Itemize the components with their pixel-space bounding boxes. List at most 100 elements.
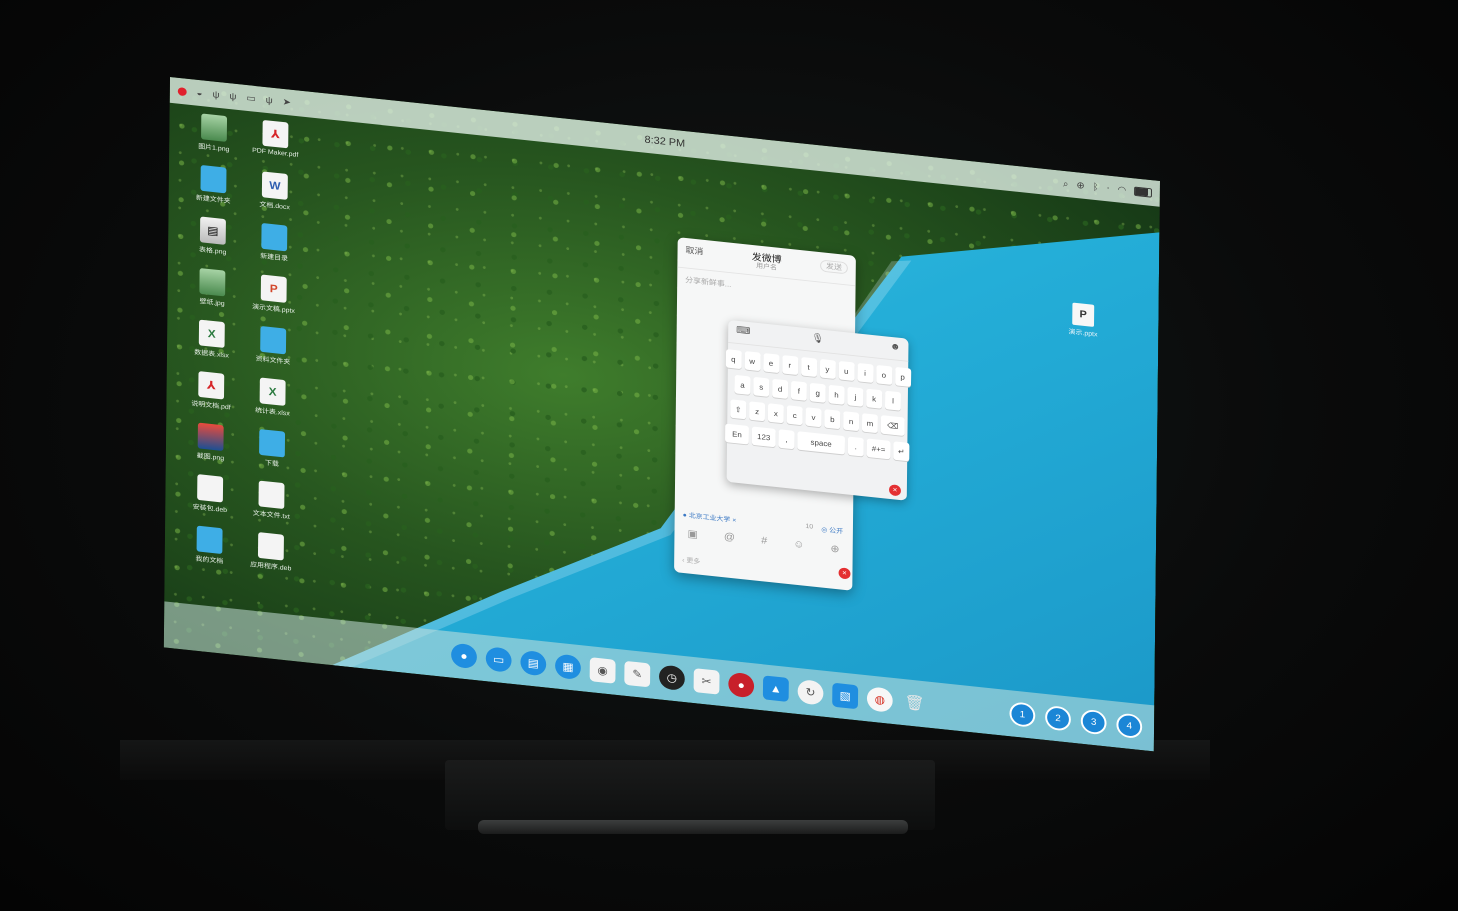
key-k[interactable]: k (866, 388, 883, 409)
desktop-icon[interactable]: 图片1.png (183, 112, 245, 156)
symbol-key[interactable]: #+= (866, 438, 891, 460)
key-y[interactable]: y (819, 358, 836, 379)
usb-icon[interactable]: ψ (212, 89, 219, 100)
key-z[interactable]: z (749, 401, 766, 422)
gallery-icon[interactable]: ▲ (762, 675, 789, 702)
dialog-footer[interactable]: ‹ 更多 (682, 555, 700, 566)
keyboard-layout-icon[interactable]: ⌨ (736, 325, 750, 337)
key-i[interactable]: i (857, 362, 874, 383)
close-icon[interactable]: × (838, 567, 851, 580)
key-j[interactable]: j (847, 386, 864, 407)
location-icon[interactable]: ➤ (283, 97, 291, 108)
desktop-file-right[interactable]: P 演示.pptx (1053, 301, 1113, 341)
compose-text-area[interactable]: 分享新鲜事... (685, 275, 731, 290)
network-icon[interactable]: ⋅ (1106, 183, 1109, 193)
key-l[interactable]: l (884, 390, 901, 411)
key-g[interactable]: g (809, 382, 826, 403)
hashtag-icon[interactable]: # (761, 535, 767, 548)
desktop-icon[interactable]: X 统计表.xlsx (242, 376, 304, 420)
key-c[interactable]: c (786, 405, 803, 426)
display-icon[interactable]: ▭ (246, 93, 255, 104)
key-t[interactable]: t (800, 356, 817, 378)
key-v[interactable]: v (805, 407, 822, 428)
desktop-icon[interactable]: 下载 (241, 427, 303, 471)
key-d[interactable]: d (772, 378, 789, 399)
key-m[interactable]: m (861, 413, 878, 434)
screenshot-icon[interactable]: ✂ (693, 668, 720, 695)
location-tag[interactable]: ● 北京工业大学 × (683, 510, 737, 525)
emoji-icon[interactable]: ☺ (793, 539, 804, 552)
multitask-icon[interactable]: ▭ (485, 646, 512, 673)
clock[interactable]: 8:32 PM (645, 134, 686, 149)
key-r[interactable]: r (781, 354, 798, 376)
record-icon[interactable] (177, 86, 187, 96)
key-o[interactable]: o (875, 364, 892, 385)
comma-key[interactable]: , (778, 429, 795, 450)
enter-key[interactable]: ↵ (893, 441, 910, 462)
workspace-2-button[interactable]: 2 (1045, 705, 1072, 732)
desktop-icon[interactable]: ▤ 表格.png (182, 215, 244, 259)
key-u[interactable]: u (838, 360, 855, 381)
key-a[interactable]: a (734, 374, 751, 395)
update-icon[interactable]: ↻ (797, 679, 824, 706)
usb-icon[interactable]: ψ (266, 95, 273, 106)
workspace-4-button[interactable]: 4 (1116, 712, 1143, 740)
language-key[interactable]: En (725, 423, 749, 445)
desktop-icon[interactable]: 壁纸.jpg (181, 266, 243, 310)
key-s[interactable]: s (753, 376, 770, 397)
desktop-icon[interactable]: 我的文档 (179, 524, 241, 568)
key-q[interactable]: q (725, 349, 742, 370)
desktop-icon[interactable]: 新建目录 (243, 221, 305, 265)
emoji-icon[interactable]: ☻ (890, 341, 901, 352)
music-icon[interactable]: ● (728, 671, 755, 699)
search-icon[interactable]: ⌕ (1063, 179, 1069, 190)
shift-key[interactable]: ⇧ (730, 399, 747, 420)
workspace-1-button[interactable]: 1 (1009, 701, 1036, 728)
image-icon[interactable]: ▣ (687, 527, 697, 540)
microphone-icon[interactable]: 🎙 (811, 333, 824, 344)
trash-icon[interactable]: 🗑 (901, 690, 927, 717)
key-h[interactable]: h (828, 384, 845, 405)
wechat-icon[interactable]: ◒ (197, 88, 203, 99)
zoom-icon[interactable]: ⊕ (1076, 180, 1084, 191)
desktop-icon[interactable]: 资料文件夹 (242, 324, 304, 368)
file-manager-icon[interactable]: ▤ (520, 649, 547, 677)
desktop-icon[interactable]: P 演示文稿.pptx (243, 273, 305, 317)
app-store-icon[interactable]: ▦ (554, 653, 581, 681)
desktop-icon[interactable]: ⅄ PDF Maker.pdf (245, 118, 307, 159)
period-key[interactable]: . (847, 436, 864, 457)
browser-icon[interactable]: ◉ (589, 657, 616, 684)
desktop-icon[interactable]: ⅄ 说明文档.pdf (180, 369, 242, 413)
desktop-icon[interactable]: 新建文件夹 (183, 163, 245, 207)
key-n[interactable]: n (843, 411, 860, 432)
clock-icon[interactable]: ◷ (658, 664, 685, 692)
desktop-icon[interactable]: 文本文件.txt (241, 479, 303, 523)
key-p[interactable]: p (894, 366, 911, 387)
plus-icon[interactable]: ⊕ (830, 542, 839, 555)
space-key[interactable]: space (797, 431, 846, 455)
desktop-icon[interactable]: 安装包.deb (179, 472, 241, 516)
battery-icon[interactable] (1134, 186, 1152, 198)
notes-icon[interactable]: ✎ (624, 660, 651, 688)
document-viewer-icon[interactable]: ▧ (832, 682, 859, 710)
bluetooth-icon[interactable]: ᛒ (1093, 182, 1099, 193)
visibility-toggle[interactable]: ◎ 公开 (821, 525, 843, 536)
usb-icon[interactable]: ψ (229, 91, 236, 102)
key-w[interactable]: w (744, 351, 761, 372)
backspace-key[interactable]: ⌫ (880, 415, 905, 436)
number-key[interactable]: 123 (751, 426, 776, 448)
desktop-icon[interactable]: W 文档.docx (244, 170, 306, 214)
weibo-icon[interactable]: ◍ (866, 686, 893, 713)
desktop-icon[interactable]: 应用程序.deb (240, 530, 302, 574)
launcher-icon[interactable]: ● (451, 642, 478, 670)
key-f[interactable]: f (790, 380, 807, 401)
desktop-icon[interactable]: 截图.png (180, 421, 242, 465)
desktop-icon[interactable]: X 数据表.xlsx (181, 318, 243, 362)
close-icon[interactable]: × (888, 484, 901, 497)
wifi-icon[interactable]: ◠ (1117, 184, 1126, 195)
at-icon[interactable]: @ (724, 531, 735, 544)
key-x[interactable]: x (767, 403, 784, 424)
key-e[interactable]: e (762, 352, 780, 374)
workspace-3-button[interactable]: 3 (1080, 708, 1107, 736)
key-b[interactable]: b (824, 409, 841, 430)
